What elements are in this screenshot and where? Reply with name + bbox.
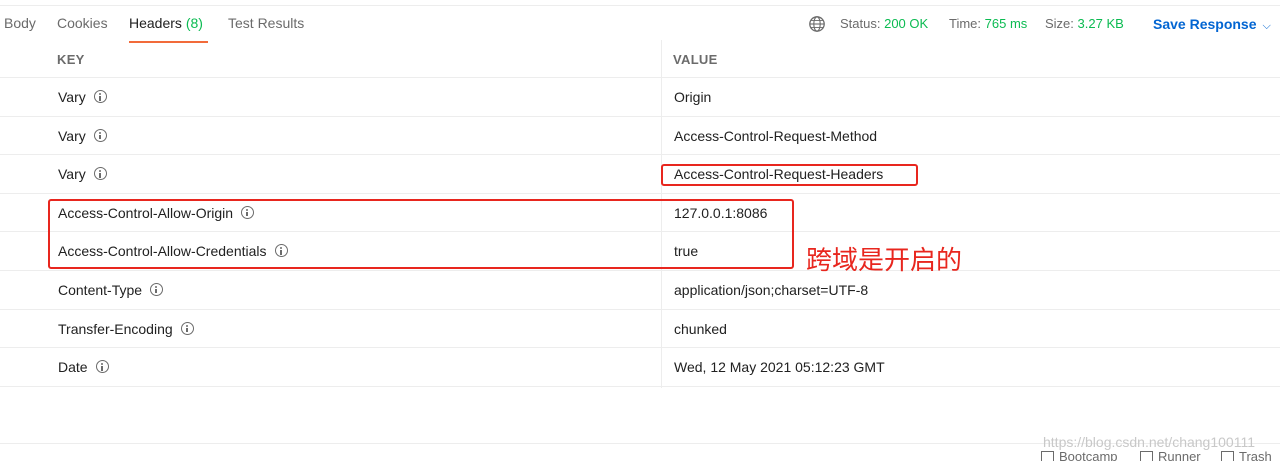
header-key: Date	[58, 359, 109, 375]
info-icon[interactable]	[150, 282, 164, 296]
header-value: Origin	[674, 89, 712, 105]
tab-headers-count: (8)	[185, 15, 203, 31]
trash-label: Trash	[1239, 449, 1272, 461]
header-key-text: Vary	[58, 166, 86, 183]
annotation-box-cors-headers	[48, 199, 794, 269]
header-key-text: Content-Type	[58, 281, 143, 298]
tab-headers[interactable]: Headers (8)	[129, 15, 203, 31]
size-readout: Size: 3.27 KB	[1045, 16, 1124, 31]
status-value: 200 OK	[884, 16, 929, 31]
header-value: Wed, 12 May 2021 05:12:23 GMT	[674, 359, 885, 376]
table-row: Date Wed, 12 May 2021 05:12:23 GMT	[0, 348, 1280, 387]
runner-label: Runner	[1158, 449, 1201, 461]
tab-test-results[interactable]: Test Results	[228, 15, 304, 31]
table-row: Vary Access-Control-Request-Headers	[0, 155, 1280, 194]
status-label: Status:	[840, 16, 881, 31]
globe-icon[interactable]	[808, 15, 826, 33]
watermark: https://blog.csdn.net/chang100111	[1043, 434, 1255, 450]
runner-icon	[1140, 451, 1153, 461]
header-value: application/json;charset=UTF-8	[674, 281, 869, 298]
table-row: Vary Access-Control-Request-Method	[0, 117, 1280, 156]
time-label: Time:	[949, 16, 982, 31]
trash-icon	[1221, 451, 1234, 461]
table-row: Vary Origin	[0, 78, 1280, 117]
info-icon[interactable]	[180, 321, 194, 335]
header-key-text: Vary	[58, 127, 86, 144]
header-key-text: Date	[58, 359, 88, 376]
size-value: 3.27 KB	[1077, 16, 1124, 31]
bootcamp-button[interactable]: Bootcamp	[1041, 449, 1118, 461]
header-key: Vary	[58, 89, 107, 105]
header-key-text: Vary	[58, 89, 86, 105]
value-column-header: VALUE	[673, 52, 718, 67]
size-label: Size:	[1045, 16, 1074, 31]
table-header-row: KEY VALUE	[0, 40, 1280, 78]
info-icon[interactable]	[95, 360, 109, 374]
header-key: Vary	[58, 166, 107, 182]
response-tab-bar: Body Cookies Headers (8) Test Results St…	[0, 6, 1280, 44]
table-row: Transfer-Encoding chunked	[0, 310, 1280, 349]
save-response-button[interactable]: Save Response ⌵	[1153, 16, 1271, 33]
chevron-down-icon: ⌵	[1262, 20, 1271, 32]
tab-body[interactable]: Body	[4, 15, 36, 31]
bootcamp-icon	[1041, 451, 1054, 461]
status-readout: Status: 200 OK	[840, 16, 928, 31]
header-key: Vary	[58, 128, 107, 144]
time-readout: Time: 765 ms	[949, 16, 1027, 31]
header-value: Access-Control-Request-Method	[674, 127, 878, 144]
tab-headers-label: Headers	[129, 15, 182, 31]
runner-button[interactable]: Runner	[1140, 449, 1201, 461]
annotation-box-request-headers	[661, 164, 918, 186]
time-value: 765 ms	[984, 16, 1028, 31]
header-key: Content-Type	[58, 281, 164, 298]
trash-button[interactable]: Trash	[1221, 449, 1272, 461]
annotation-text: 跨域是开启的	[806, 246, 963, 276]
info-icon[interactable]	[93, 167, 107, 181]
key-column-header: KEY	[57, 52, 85, 67]
info-icon[interactable]	[93, 90, 107, 103]
header-key: Transfer-Encoding	[58, 321, 194, 337]
bootcamp-label: Bootcamp	[1059, 449, 1118, 461]
header-value: chunked	[674, 320, 727, 337]
table-row: Content-Type application/json;charset=UT…	[0, 271, 1280, 310]
tab-cookies[interactable]: Cookies	[57, 15, 108, 31]
header-key-text: Transfer-Encoding	[58, 320, 173, 337]
save-response-label: Save Response	[1153, 16, 1257, 32]
info-icon[interactable]	[93, 128, 107, 142]
